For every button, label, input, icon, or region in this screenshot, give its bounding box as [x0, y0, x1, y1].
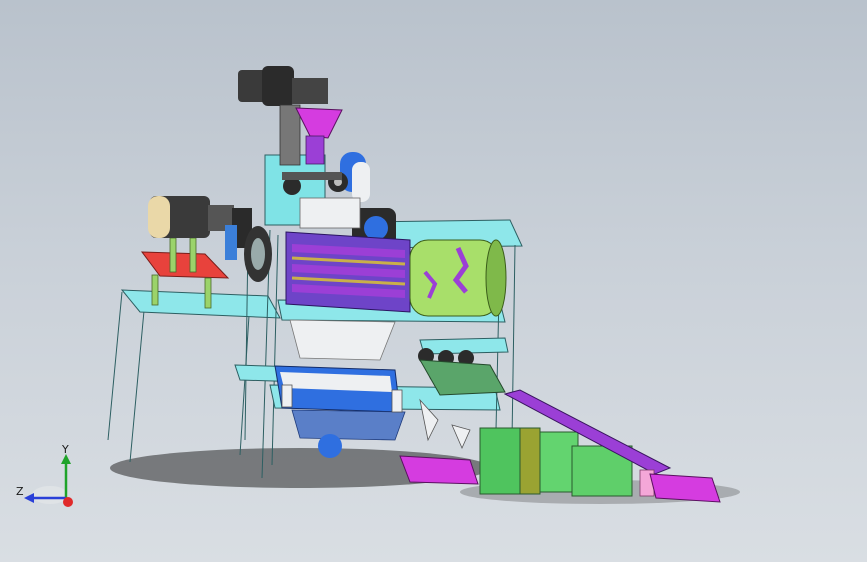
- feed-chute: [305, 135, 325, 165]
- coordinate-triad: Y Z: [10, 440, 80, 520]
- x-axis-dot-icon: [63, 497, 73, 507]
- motor-mount-plate: [140, 251, 230, 279]
- screw-conveyor: [285, 231, 411, 313]
- triad-svg: [24, 454, 73, 507]
- left-motor: [148, 196, 252, 260]
- machine-model[interactable]: [0, 0, 867, 562]
- y-axis-label: Y: [62, 443, 69, 456]
- cad-viewport[interactable]: Y Z: [0, 0, 867, 562]
- z-axis-label: Z: [16, 485, 24, 498]
- tray-right: [649, 473, 721, 503]
- blue-trough: [274, 365, 406, 458]
- z-axis-arrow-icon: [24, 493, 34, 503]
- feed-hopper: [295, 107, 343, 139]
- tray-left: [399, 455, 479, 485]
- white-tank: [352, 162, 370, 202]
- end-disk: [244, 226, 272, 282]
- mesh-drum: [409, 239, 507, 317]
- white-funnel: [289, 319, 396, 361]
